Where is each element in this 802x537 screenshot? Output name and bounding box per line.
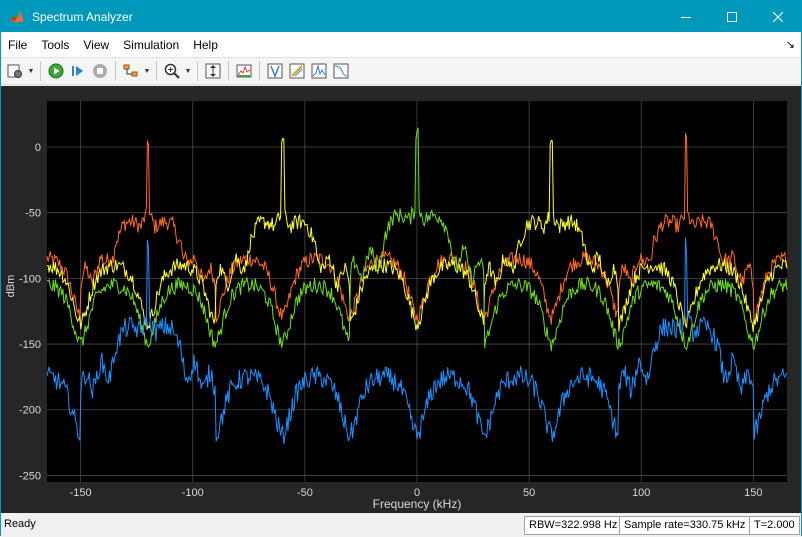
spectrum-chart[interactable]: -150 -100 -50 0 50 100 1500-50-100-150-200-250… [1, 86, 801, 513]
signal-tree-dropdown[interactable]: ▼ [142, 60, 152, 82]
step-icon [72, 66, 83, 76]
dock-arrow-icon[interactable]: ↘ [786, 38, 795, 51]
ccdf-icon [333, 63, 349, 79]
toolbar-separator [259, 61, 260, 81]
maximize-button[interactable] [709, 1, 755, 32]
y-tick-label: -150 [19, 339, 41, 351]
window-title: Spectrum Analyzer [32, 9, 133, 24]
settings-dropdown[interactable]: ▼ [26, 60, 36, 82]
close-button[interactable] [755, 1, 801, 32]
peak-finder-button[interactable] [308, 60, 330, 82]
trigger-button[interactable] [264, 60, 286, 82]
x-axis-label: Frequency (kHz) [373, 497, 462, 511]
step-button[interactable] [67, 60, 89, 82]
run-icon [48, 63, 64, 79]
status-bar: Ready RBW=322.998 Hz Sample rate=330.75 … [1, 514, 801, 537]
toolbar-separator [115, 61, 116, 81]
menu-simulation[interactable]: Simulation [116, 38, 186, 52]
zoom-in-button[interactable] [161, 60, 183, 82]
stop-button[interactable] [89, 60, 111, 82]
x-tick-label: -50 [297, 487, 313, 499]
autoscale-icon [205, 63, 221, 79]
ccdf-button[interactable] [330, 60, 352, 82]
maximize-icon [727, 11, 737, 22]
toolbar: ▼ ▼ ▼ [1, 57, 801, 85]
zoom-in-icon [164, 63, 180, 79]
peak-finder-icon [311, 63, 327, 79]
autoscale-button[interactable] [202, 60, 224, 82]
matlab-icon [9, 8, 25, 25]
cursor-button[interactable] [286, 60, 308, 82]
settings-icon [7, 64, 22, 78]
x-tick-label: 100 [632, 487, 650, 499]
x-tick-label: -100 [182, 487, 204, 499]
y-tick-label: -250 [19, 470, 41, 482]
plot-area: -150 -100 -50 0 50 100 150 0 -50 -100 -150 -200 -250… [1, 86, 801, 513]
status-sample-rate: Sample rate=330.75 kHz [619, 516, 751, 535]
y-tick-label: -100 [19, 273, 41, 285]
toolbar-separator [197, 61, 198, 81]
toolbar-separator [40, 61, 41, 81]
title-bar: Spectrum Analyzer [1, 1, 801, 32]
menu-help[interactable]: Help [186, 38, 225, 52]
signal-tree-button[interactable] [120, 60, 142, 82]
toolbar-separator [156, 61, 157, 81]
stop-icon [93, 64, 107, 78]
trigger-icon [267, 63, 283, 79]
status-time: T=2.000 [749, 516, 800, 535]
menu-file[interactable]: File [1, 38, 34, 52]
minimize-icon [681, 16, 691, 18]
app-window: Spectrum Analyzer File Tools View Simula… [0, 0, 802, 537]
menu-bar: File Tools View Simulation Help ↘ [1, 32, 801, 57]
status-ready: Ready [4, 518, 36, 530]
x-tick-label: 150 [744, 487, 762, 499]
y-tick-label: -50 [25, 208, 41, 220]
menu-tools[interactable]: Tools [34, 38, 76, 52]
y-tick-label: -200 [19, 405, 41, 417]
toolbar-separator [228, 61, 229, 81]
status-rbw: RBW=322.998 Hz [524, 516, 623, 535]
signal-tree-icon [123, 64, 138, 77]
y-axis-label: dBm [5, 275, 17, 298]
spectrum-settings-icon [236, 64, 252, 78]
x-tick-label: -150 [70, 487, 92, 499]
y-tick-label: 0 [35, 142, 41, 154]
close-icon [773, 11, 783, 22]
menu-view[interactable]: View [76, 38, 116, 52]
minimize-button[interactable] [663, 1, 709, 32]
settings-button[interactable] [4, 60, 26, 82]
cursor-icon [289, 63, 305, 79]
run-button[interactable] [45, 60, 67, 82]
spectrum-settings-button[interactable] [233, 60, 255, 82]
zoom-dropdown[interactable]: ▼ [183, 60, 193, 82]
x-tick-label: 50 [523, 487, 535, 499]
